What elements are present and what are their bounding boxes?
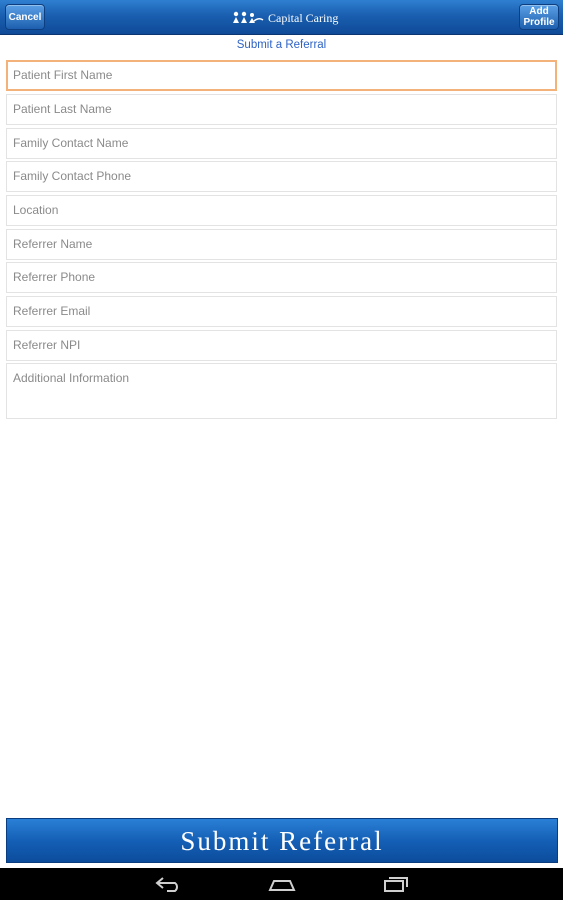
back-icon[interactable] — [155, 876, 183, 892]
referrer-npi-input[interactable]: Referrer NPI — [6, 330, 557, 361]
location-input[interactable]: Location — [6, 195, 557, 226]
cancel-button[interactable]: Cancel — [5, 4, 45, 30]
additional-information-textarea[interactable]: Additional Information — [6, 363, 557, 419]
referrer-name-input[interactable]: Referrer Name — [6, 229, 557, 260]
app-header: Cancel Capital Caring Add Profile — [0, 0, 563, 35]
referrer-phone-input[interactable]: Referrer Phone — [6, 262, 557, 293]
capital-caring-logo-icon — [233, 11, 264, 23]
brand-logo: Capital Caring — [232, 9, 338, 27]
page-title: Submit a Referral — [236, 39, 327, 51]
referrer-email-input[interactable]: Referrer Email — [6, 296, 557, 327]
patient-first-name-input[interactable]: Patient First Name — [6, 60, 557, 91]
submit-referral-button[interactable]: Submit Referral — [6, 818, 558, 863]
patient-last-name-input[interactable]: Patient Last Name — [6, 94, 557, 125]
brand-name: Capital Caring — [268, 10, 339, 25]
home-icon[interactable] — [268, 876, 296, 892]
add-profile-button[interactable]: Add Profile — [519, 4, 559, 30]
family-contact-name-input[interactable]: Family Contact Name — [6, 128, 557, 159]
system-nav-bar — [0, 868, 563, 900]
recents-icon[interactable] — [382, 876, 410, 892]
family-contact-phone-input[interactable]: Family Contact Phone — [6, 161, 557, 192]
